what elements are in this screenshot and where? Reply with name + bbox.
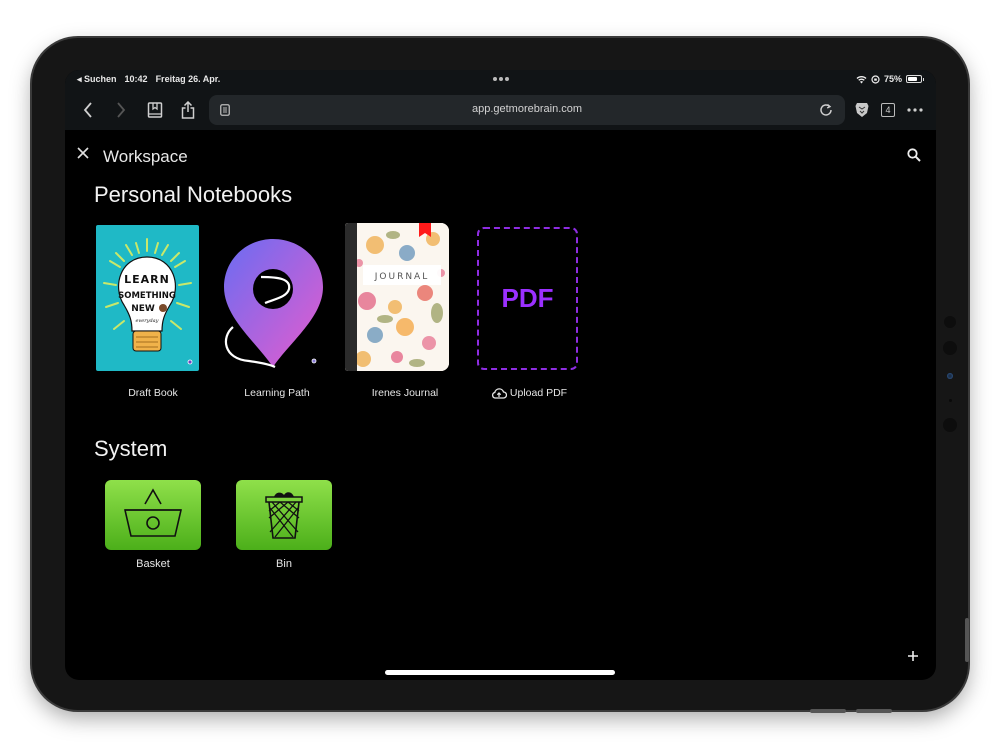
multitasking-handle[interactable]	[493, 77, 509, 81]
notebook-learning-path[interactable]: Learning Path	[217, 225, 337, 405]
section-title-system: System	[94, 436, 168, 461]
brave-shields-button[interactable]	[851, 99, 873, 121]
basket-button[interactable]	[105, 480, 201, 550]
draft-book-cover: LEARN SOMETHING NEW everyday	[96, 225, 199, 371]
chevron-left-icon	[83, 102, 92, 118]
reload-icon[interactable]	[819, 103, 833, 117]
orientation-lock-icon	[871, 74, 880, 84]
brave-lion-icon	[855, 103, 869, 117]
battery-icon	[906, 75, 924, 83]
notebook-label: Learning Path	[244, 387, 310, 399]
url-text[interactable]: app.getmorebrain.com	[209, 103, 845, 115]
plus-icon	[908, 651, 918, 661]
svg-text:NEW: NEW	[131, 304, 155, 314]
add-button[interactable]	[906, 649, 920, 663]
chevron-right-icon	[117, 102, 126, 118]
sensor-pin	[949, 399, 952, 402]
cloud-upload-icon	[491, 387, 507, 399]
svg-text:LEARN: LEARN	[124, 273, 170, 286]
back-button[interactable]	[77, 99, 99, 121]
notebook-draft-book[interactable]: LEARN SOMETHING NEW everyday Draft Book	[93, 225, 213, 405]
camera-strip	[940, 310, 960, 440]
forward-button[interactable]	[110, 99, 132, 121]
pdf-label: PDF	[501, 283, 554, 313]
notebook-label: Irenes Journal	[371, 387, 439, 399]
trash-bin-icon	[265, 492, 303, 539]
section-title-personal-notebooks: Personal Notebooks	[94, 182, 293, 207]
journal-cover: JOURNAL	[345, 223, 449, 371]
screen: ◂ Suchen 10:42 Freitag 26. Apr. 75% app.…	[65, 70, 936, 680]
page-title: Workspace	[103, 147, 188, 166]
svg-text:SOMETHING: SOMETHING	[118, 291, 176, 301]
basket-icon	[123, 488, 183, 537]
sensor-dot	[944, 316, 956, 328]
share-icon	[181, 101, 195, 119]
address-bar[interactable]: app.getmorebrain.com	[209, 95, 845, 125]
power-button	[965, 618, 969, 662]
volume-up-button	[810, 709, 846, 713]
more-menu-button[interactable]	[904, 99, 926, 121]
tab-count: 4	[881, 103, 895, 117]
svg-text:everyday: everyday	[136, 318, 159, 324]
journal-cover-title: JOURNAL	[374, 272, 429, 282]
basket-label: Basket	[136, 558, 170, 570]
sensor-dot	[943, 418, 957, 432]
notebook-irenes-journal[interactable]: JOURNAL Irenes Journal	[345, 223, 465, 405]
search-icon	[907, 148, 921, 162]
workspace-header: Workspace	[65, 130, 936, 182]
share-button[interactable]	[177, 99, 199, 121]
map-pin-icon	[224, 239, 323, 368]
upload-pdf-label: Upload PDF	[509, 387, 568, 399]
camera-lens	[947, 373, 953, 379]
sensor-dot	[943, 341, 957, 355]
more-dots-icon	[907, 108, 923, 112]
bin-button[interactable]	[236, 480, 332, 550]
bin-label: Bin	[276, 558, 292, 570]
search-button[interactable]	[907, 148, 925, 166]
bookmarks-button[interactable]	[144, 99, 166, 121]
bookmark-book-icon	[147, 101, 163, 118]
volume-down-button	[856, 709, 892, 713]
upload-pdf-label-row: Upload PDF	[477, 387, 581, 399]
status-date: Freitag 26. Apr.	[155, 74, 221, 84]
tabs-button[interactable]: 4	[877, 99, 899, 121]
back-to-app-link[interactable]: ◂ Suchen	[77, 74, 117, 85]
wifi-icon	[856, 75, 867, 83]
upload-pdf-tile[interactable]: PDF Upload PDF	[477, 225, 581, 405]
status-time: 10:42	[124, 74, 148, 84]
home-indicator[interactable]	[385, 670, 615, 675]
upload-pdf-dropzone[interactable]: PDF	[477, 227, 578, 370]
learning-path-cover	[219, 233, 329, 373]
close-icon	[77, 147, 89, 159]
close-button[interactable]	[77, 147, 93, 163]
status-bar: ◂ Suchen 10:42 Freitag 26. Apr. 75%	[65, 70, 936, 90]
battery-percent: 75%	[883, 74, 902, 84]
notebook-label: Draft Book	[128, 387, 178, 399]
browser-toolbar: app.getmorebrain.com 4	[65, 90, 936, 130]
